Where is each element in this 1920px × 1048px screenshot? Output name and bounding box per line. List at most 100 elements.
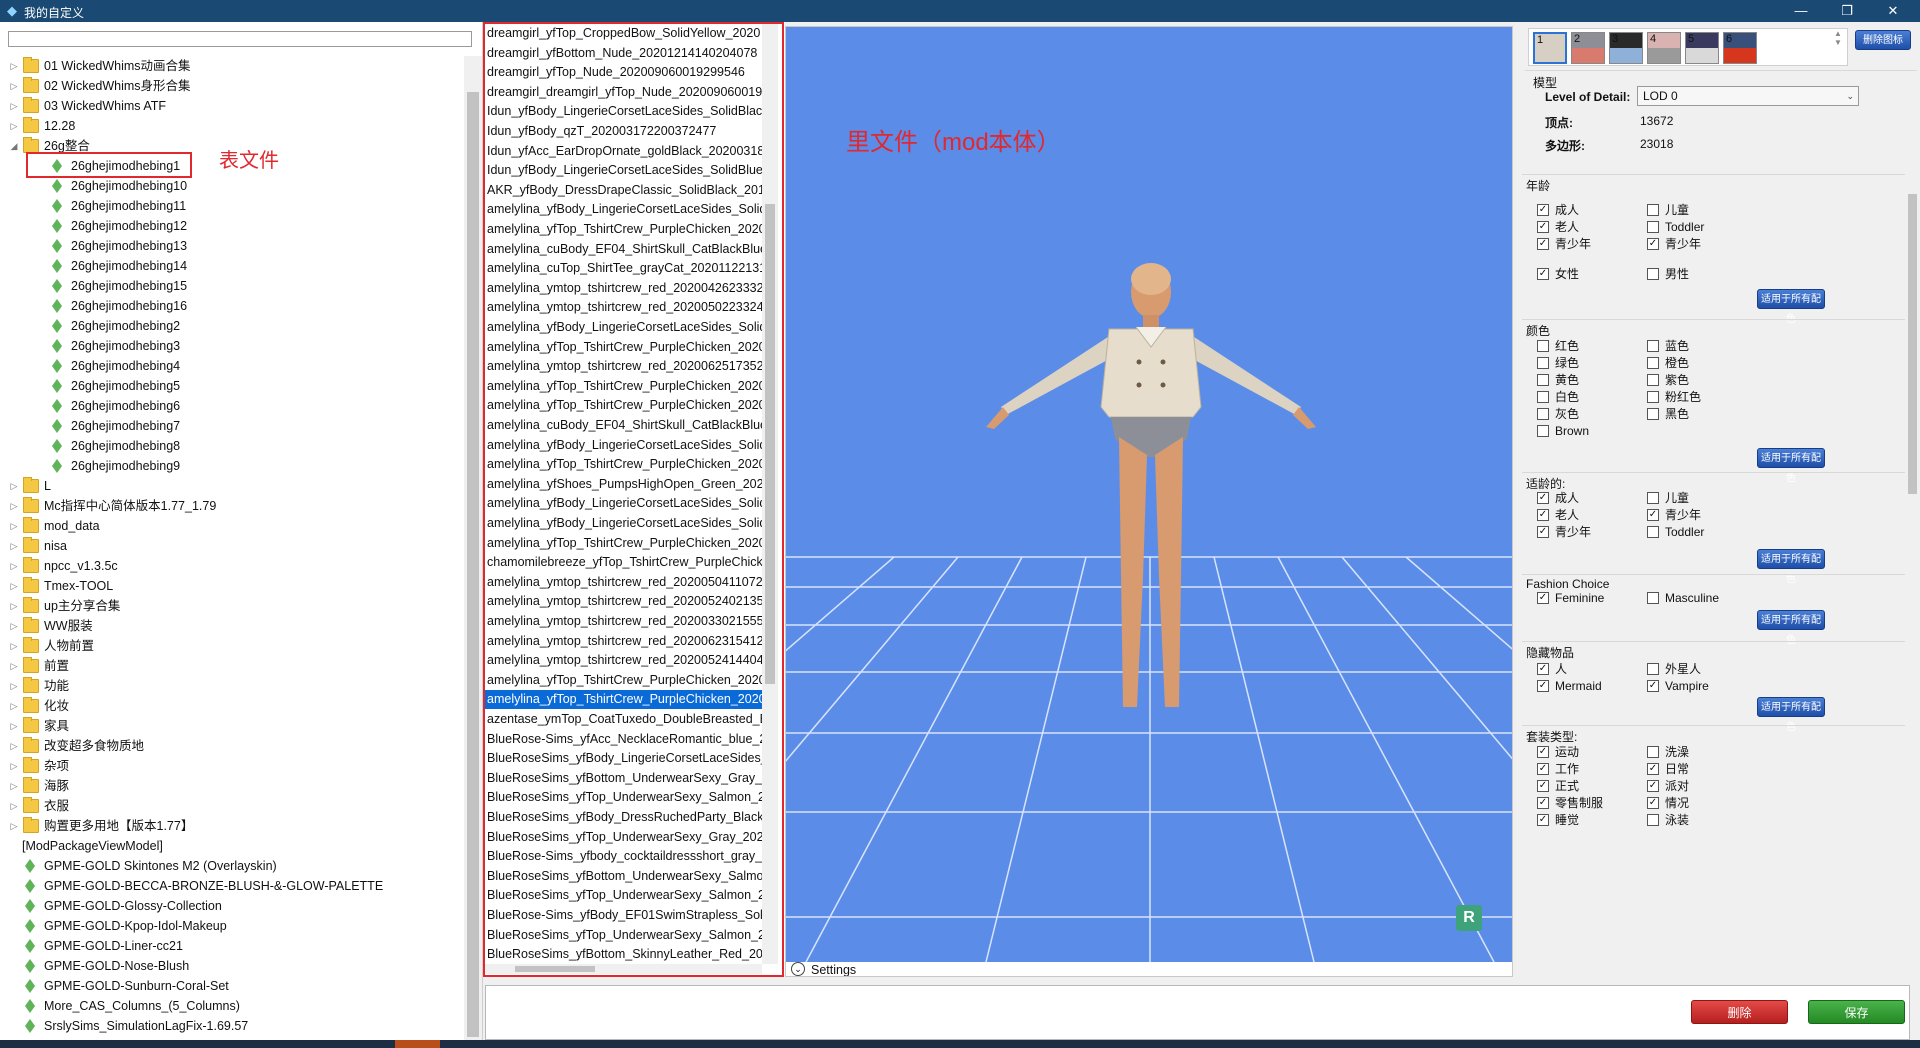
3d-viewport[interactable]: R ⌄ Settings 里文件（mod本体） [785,26,1513,977]
properties-scrollbar-thumb[interactable] [1908,194,1917,494]
properties-scrollbar[interactable] [1905,174,1920,979]
checkbox-checked-icon[interactable]: ✓ [1537,780,1549,792]
checkbox-checked-icon[interactable]: ✓ [1537,526,1549,538]
checkbox-unchecked-icon[interactable] [1537,374,1549,386]
swatch-bottom-color [1648,48,1680,63]
expand-arrow-icon[interactable]: ▷ [8,76,20,96]
expand-arrow-icon[interactable]: ▷ [8,736,20,756]
expand-arrow-icon[interactable]: ▷ [8,636,20,656]
delete-icon-button[interactable]: 删除图标 [1855,30,1911,50]
checkbox-unchecked-icon[interactable] [1647,408,1659,420]
checkbox-unchecked-icon[interactable] [1647,268,1659,280]
save-button[interactable]: 保存 [1808,1000,1905,1024]
expand-arrow-icon[interactable]: ◢ [8,136,20,156]
checkbox-unchecked-icon[interactable] [1537,425,1549,437]
color-swatch[interactable]: 3 [1609,32,1643,64]
checkbox-checked-icon[interactable]: ✓ [1537,746,1549,758]
expand-arrow-icon[interactable]: ▷ [8,816,20,836]
lod-select[interactable]: LOD 0 ⌄ [1637,86,1859,106]
tree-scrollbar-thumb[interactable] [467,92,479,1037]
checkbox-checked-icon[interactable]: ✓ [1537,680,1549,692]
checkbox-unchecked-icon[interactable] [1537,391,1549,403]
tree-scrollbar[interactable] [464,56,482,1040]
tree-search-input[interactable] [8,31,472,47]
apply-all-button[interactable]: 适用于所有配色 [1757,610,1825,646]
expand-arrow-icon[interactable]: ▷ [8,576,20,596]
color-swatch[interactable]: 4 [1647,32,1681,64]
checkbox-unchecked-icon[interactable] [1647,492,1659,504]
expand-arrow-icon[interactable]: ▷ [8,776,20,796]
expand-arrow-icon[interactable]: ▷ [8,596,20,616]
delete-button[interactable]: 删除 [1691,1000,1788,1024]
checkbox-checked-icon[interactable]: ✓ [1537,797,1549,809]
checkbox-checked-icon[interactable]: ✓ [1647,780,1659,792]
expand-arrow-icon[interactable]: ▷ [8,56,20,76]
checkbox-unchecked-icon[interactable] [1647,204,1659,216]
checkbox-unchecked-icon[interactable] [1647,592,1659,604]
swatch-scrollbar[interactable]: ▲ ▼ [1829,29,1847,65]
checkbox-unchecked-icon[interactable] [1537,357,1549,369]
checkbox-unchecked-icon[interactable] [1647,357,1659,369]
expand-arrow-icon[interactable]: ▷ [8,496,20,516]
checkbox-unchecked-icon[interactable] [1647,663,1659,675]
expand-arrow-icon[interactable]: ▷ [8,756,20,776]
expand-arrow-icon[interactable]: ▷ [8,796,20,816]
checkbox-checked-icon[interactable]: ✓ [1647,509,1659,521]
checkbox-unchecked-icon[interactable] [1647,374,1659,386]
maximize-button[interactable]: ❐ [1824,0,1870,22]
color-swatch[interactable]: 2 [1571,32,1605,64]
expand-arrow-icon[interactable]: ▷ [8,516,20,536]
expand-arrow-icon[interactable]: ▷ [8,656,20,676]
color-swatch[interactable]: 6 [1723,32,1757,64]
swatch-bottom-color [1724,48,1756,63]
checkbox-unchecked-icon[interactable] [1647,340,1659,352]
checkbox-unchecked-icon[interactable] [1647,746,1659,758]
checkbox-unchecked-icon[interactable] [1647,526,1659,538]
expand-arrow-icon[interactable]: ▷ [8,536,20,556]
expand-arrow-icon[interactable]: ▷ [8,676,20,696]
apply-all-button[interactable]: 适用于所有配色 [1757,697,1825,733]
swatch-number: 1 [1537,34,1544,46]
checkbox-checked-icon[interactable]: ✓ [1537,268,1549,280]
expand-arrow-icon[interactable]: ▷ [8,116,20,136]
checkbox-unchecked-icon[interactable] [1647,221,1659,233]
color-swatch[interactable]: 1 [1533,32,1567,64]
expand-arrow-icon[interactable]: ▷ [8,616,20,636]
close-button[interactable]: ✕ [1870,0,1916,22]
checkbox-checked-icon[interactable]: ✓ [1537,663,1549,675]
apply-all-button[interactable]: 适用于所有配色 [1757,549,1825,585]
checkbox-checked-icon[interactable]: ✓ [1647,797,1659,809]
checkbox-checked-icon[interactable]: ✓ [1647,238,1659,250]
sims-diamond-icon [25,1019,35,1033]
checkbox-checked-icon[interactable]: ✓ [1537,204,1549,216]
expand-arrow-icon[interactable]: ▷ [8,696,20,716]
apply-all-button[interactable]: 适用于所有配色 [1757,289,1825,325]
color-swatch[interactable]: 5 [1685,32,1719,64]
sims-diamond-icon [52,199,62,213]
apply-all-button[interactable]: 适用于所有配色 [1757,448,1825,484]
swatch-bottom-color [1572,48,1604,63]
expand-arrow-icon[interactable]: ▷ [8,96,20,116]
expand-arrow-icon[interactable]: ▷ [8,716,20,736]
checkbox-checked-icon[interactable]: ✓ [1537,592,1549,604]
checkbox-checked-icon[interactable]: ✓ [1537,492,1549,504]
checkbox-checked-icon[interactable]: ✓ [1537,238,1549,250]
checkbox-unchecked-icon[interactable] [1647,391,1659,403]
checkbox-unchecked-icon[interactable] [1647,814,1659,826]
checkbox-checked-icon[interactable]: ✓ [1537,763,1549,775]
settings-bar[interactable]: ⌄ Settings [786,962,1512,976]
checkbox-unchecked-icon[interactable] [1537,408,1549,420]
minimize-button[interactable]: — [1778,0,1824,22]
expand-arrow-icon[interactable]: ▷ [8,476,20,496]
checkbox-checked-icon[interactable]: ✓ [1537,221,1549,233]
tree-item-label: 衣服 [44,799,70,813]
checkbox-checked-icon[interactable]: ✓ [1537,509,1549,521]
checkbox-checked-icon[interactable]: ✓ [1647,763,1659,775]
checkbox-label: 青少年 [1555,237,1592,251]
settings-label[interactable]: Settings [811,962,856,976]
checkbox-checked-icon[interactable]: ✓ [1537,814,1549,826]
expand-arrow-icon[interactable]: ▷ [8,556,20,576]
checkbox-checked-icon[interactable]: ✓ [1647,680,1659,692]
chevron-down-icon[interactable]: ⌄ [791,962,805,976]
checkbox-unchecked-icon[interactable] [1537,340,1549,352]
